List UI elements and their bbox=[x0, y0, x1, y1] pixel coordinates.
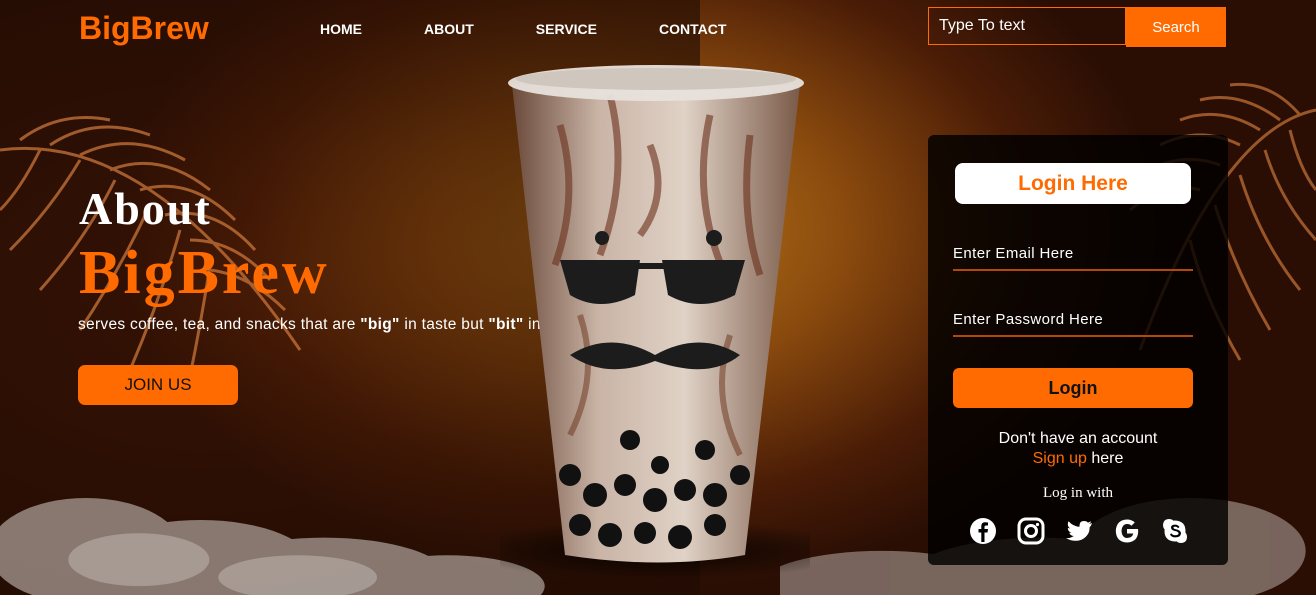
email-field[interactable] bbox=[953, 237, 1193, 271]
signup-line: Sign up here bbox=[928, 449, 1228, 469]
nav-about[interactable]: ABOUT bbox=[424, 21, 474, 37]
search-bar: Search bbox=[928, 7, 1228, 47]
login-with-label: Log in with bbox=[1043, 485, 1113, 501]
hero-brand-name: BigBrew bbox=[79, 239, 330, 307]
tagline-big: "big" bbox=[360, 316, 400, 333]
facebook-icon[interactable] bbox=[968, 516, 998, 546]
instagram-icon[interactable] bbox=[1016, 516, 1046, 546]
no-account-text: Don't have an account bbox=[998, 430, 1158, 447]
search-input[interactable] bbox=[928, 7, 1126, 45]
login-button[interactable]: Login bbox=[953, 368, 1193, 408]
signup-suffix: here bbox=[1086, 450, 1124, 467]
login-title: Login Here bbox=[955, 163, 1191, 204]
social-login-row bbox=[968, 516, 1190, 546]
skype-icon[interactable] bbox=[1160, 516, 1190, 546]
brand-logo[interactable]: BigBrew bbox=[79, 10, 209, 47]
cloud-left-decoration bbox=[0, 497, 545, 595]
search-button[interactable]: Search bbox=[1126, 7, 1226, 47]
nav-contact[interactable]: CONTACT bbox=[659, 21, 726, 37]
login-panel: Login Here Login Don't have an account S… bbox=[928, 135, 1228, 565]
password-field[interactable] bbox=[953, 303, 1193, 337]
milk-tea-cup-image bbox=[500, 65, 810, 580]
signup-link[interactable]: Sign up bbox=[1033, 450, 1087, 467]
nav-service[interactable]: SERVICE bbox=[536, 21, 597, 37]
nav-home[interactable]: HOME bbox=[320, 21, 362, 37]
twitter-icon[interactable] bbox=[1064, 516, 1094, 546]
google-icon[interactable] bbox=[1112, 516, 1142, 546]
signup-prompt: Don't have an account Sign up here bbox=[928, 429, 1228, 469]
join-us-button[interactable]: JOIN US bbox=[78, 365, 238, 405]
main-nav: HOME ABOUT SERVICE CONTACT bbox=[320, 21, 788, 37]
tagline-text-mid: in taste but bbox=[399, 316, 489, 333]
tagline-text: serves coffee, tea, and snacks that are bbox=[78, 316, 361, 333]
hero-title: About bbox=[79, 183, 212, 234]
